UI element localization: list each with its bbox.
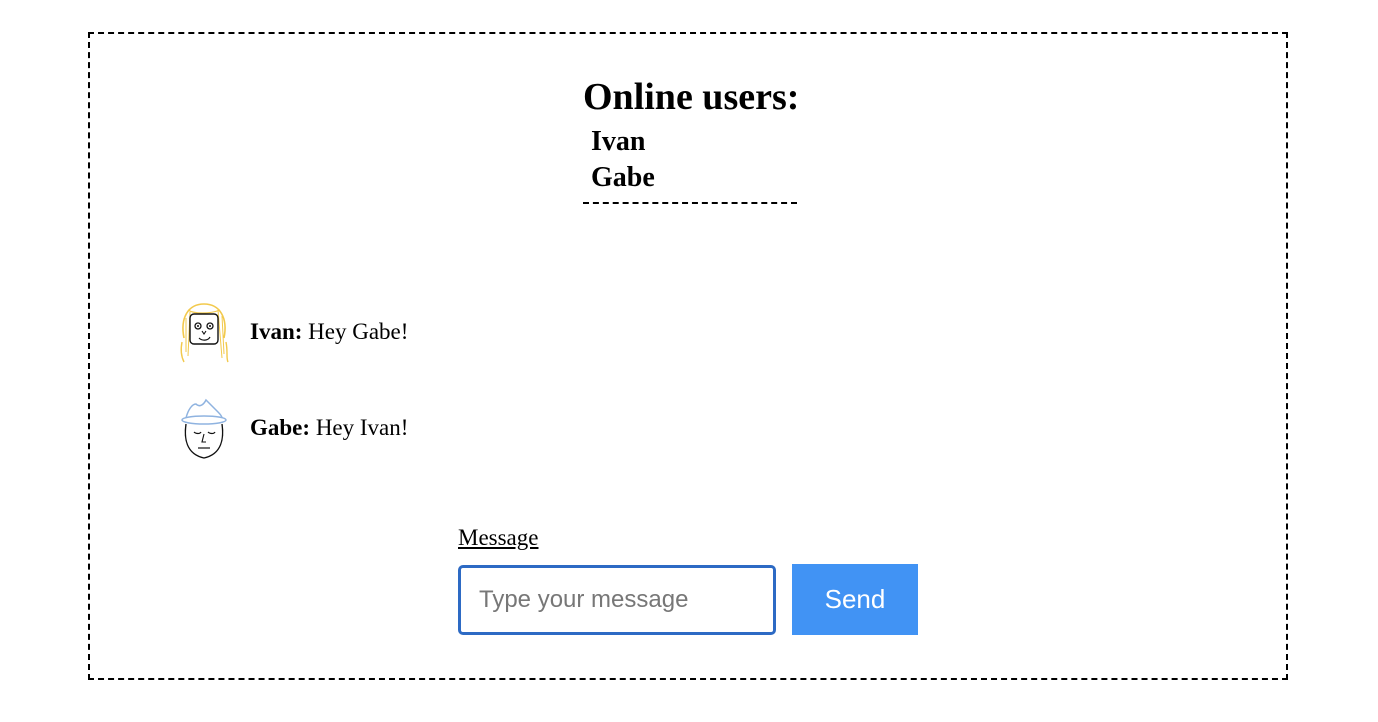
- message-label: Message: [458, 525, 539, 550]
- message-item: Ivan: Hey Gabe!: [170, 298, 408, 366]
- send-button[interactable]: Send: [792, 564, 918, 635]
- hat-person-avatar-icon: [181, 398, 227, 459]
- message-author: Ivan:: [250, 319, 303, 344]
- message-body: Hey Ivan!: [310, 415, 409, 440]
- message-item: Gabe: Hey Ivan!: [170, 394, 408, 462]
- blonde-person-avatar-icon: [180, 303, 229, 363]
- message-text: Ivan: Hey Gabe!: [250, 319, 408, 345]
- message-text: Gabe: Hey Ivan!: [250, 415, 408, 441]
- message-input[interactable]: [458, 564, 776, 635]
- online-users-list: Ivan Gabe: [583, 124, 797, 196]
- message-list: Ivan: Hey Gabe! Gabe: Hey Ivan!: [170, 298, 408, 490]
- online-users-title: Online users:: [583, 76, 800, 118]
- chat-container: Online users: Ivan Gabe Ivan: Hey Gabe! …: [88, 32, 1288, 680]
- message-author: Gabe:: [250, 415, 311, 440]
- online-users-panel: Online users: Ivan Gabe: [583, 74, 800, 204]
- message-body: Hey Gabe!: [302, 319, 409, 344]
- online-user-ivan: Ivan: [591, 126, 646, 157]
- message-composer: Message Send: [458, 524, 918, 635]
- online-user-gabe: Gabe: [591, 162, 655, 193]
- composer-row: Send: [458, 564, 918, 635]
